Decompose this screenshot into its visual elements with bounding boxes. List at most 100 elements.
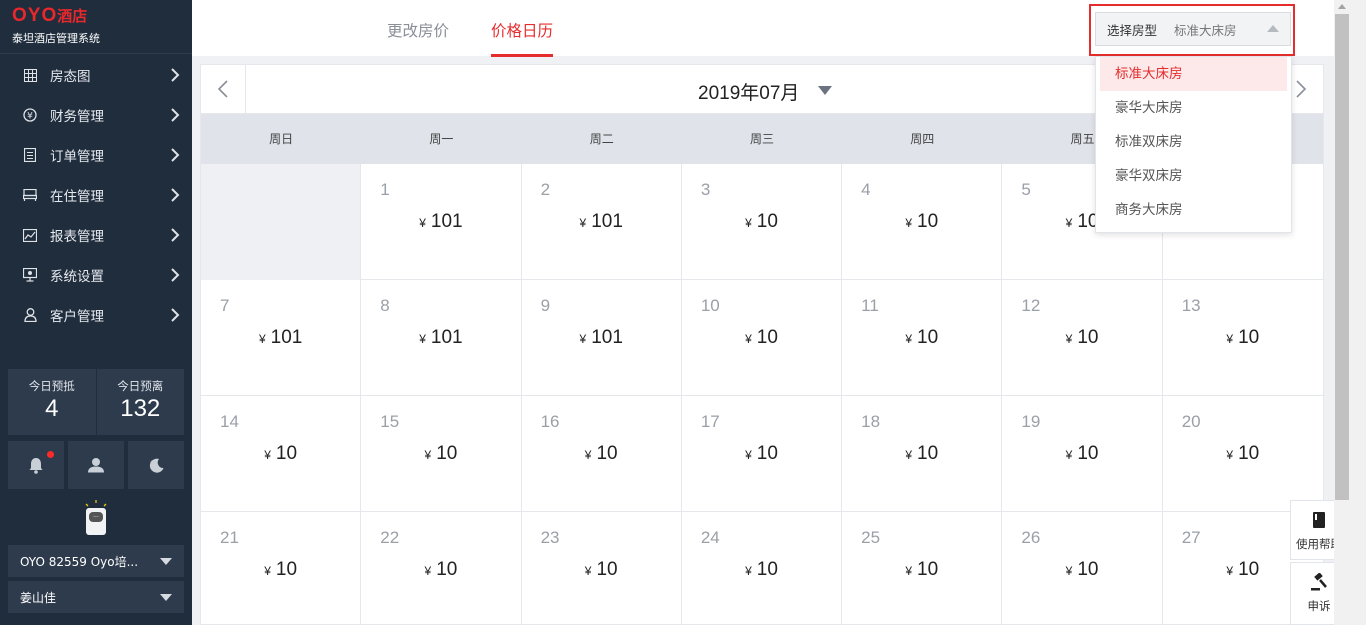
scrollbar-thumb[interactable] [1335, 14, 1349, 500]
currency-symbol: ¥ [1065, 448, 1073, 462]
calendar-day-cell[interactable]: 10 ¥10 [682, 280, 843, 396]
room-type-label: 选择房型 [1107, 22, 1158, 38]
user-select[interactable]: 姜山佳 [8, 581, 184, 613]
prev-month-button[interactable] [201, 65, 246, 113]
tab-price-calendar[interactable]: 价格日历 [491, 19, 554, 57]
tab-change-price[interactable]: 更改房价 [387, 19, 449, 41]
calendar-day-cell[interactable]: 7 ¥101 [201, 280, 362, 396]
calendar-day-cell[interactable]: 25 ¥10 [842, 512, 1003, 625]
price-value: 10 [756, 211, 778, 232]
price-value: 10 [756, 327, 778, 348]
room-type-option[interactable]: 豪华双床房 [1100, 159, 1287, 193]
calendar-day-cell[interactable]: 9 ¥101 [522, 280, 682, 396]
bed-icon [22, 187, 38, 203]
currency-symbol: ¥ [264, 448, 271, 462]
arrivals-stat[interactable]: 今日预抵 4 [8, 369, 96, 435]
room-type-option[interactable]: 标准大床房 [1100, 57, 1287, 91]
calendar-day-cell[interactable]: 19 ¥10 [1002, 396, 1163, 512]
room-type-select[interactable]: 选择房型 标准大床房 [1095, 12, 1291, 46]
brand-logo: OYO酒店 [12, 5, 88, 26]
chevron-left-icon [217, 80, 228, 98]
day-price: ¥101 [522, 327, 681, 349]
bell-icon [29, 457, 43, 474]
currency-symbol: ¥ [745, 564, 752, 578]
sidebar-item-reports[interactable]: 报表管理 [0, 215, 192, 255]
currency-symbol: ¥ [905, 564, 913, 578]
page-scrollbar[interactable] [1334, 0, 1366, 625]
calendar-day-cell[interactable]: 18 ¥10 [842, 396, 1003, 512]
currency-symbol: ¥ [745, 332, 752, 346]
calendar-day-cell[interactable]: 17 ¥10 [682, 396, 843, 512]
day-price: ¥10 [201, 559, 360, 581]
day-price: ¥10 [682, 211, 841, 233]
calendar-day-cell[interactable]: 1 ¥101 [361, 164, 522, 280]
price-value: 10 [596, 559, 618, 580]
price-value: 10 [917, 559, 939, 580]
notification-button[interactable] [8, 441, 64, 489]
calendar-day-cell[interactable]: 2 ¥101 [522, 164, 682, 280]
sidebar-item-in-house[interactable]: 在住管理 [0, 175, 192, 215]
day-number: 23 [540, 528, 560, 547]
calendar-day-cell[interactable]: 16 ¥10 [522, 396, 682, 512]
day-number: 13 [1181, 296, 1201, 315]
room-type-option[interactable]: 标准双床房 [1100, 125, 1287, 159]
sidebar-item-finance[interactable]: ¥ 财务管理 [0, 95, 192, 135]
calendar-day-cell[interactable]: 26 ¥10 [1002, 512, 1163, 625]
logo[interactable]: OYO酒店 泰坦酒店管理系统 [0, 0, 192, 54]
calendar-day-cell[interactable]: 21 ¥10 [201, 512, 362, 625]
price-value: 10 [1238, 559, 1260, 580]
month-dropdown-icon[interactable] [818, 86, 832, 95]
sidebar-item-room-status[interactable]: 房态图 [0, 55, 192, 95]
moon-icon [149, 458, 163, 473]
day-number: 3 [700, 180, 711, 199]
price-value: 10 [596, 443, 618, 464]
chevron-right-icon [171, 268, 180, 282]
sidebar-item-settings[interactable]: 系统设置 [0, 255, 192, 295]
day-number: 9 [540, 296, 551, 315]
room-type-option[interactable]: 豪华大床房 [1100, 91, 1287, 125]
departures-stat[interactable]: 今日预离 132 [95, 369, 185, 435]
hotel-select[interactable]: OYO 82559 Oyo培... [8, 545, 184, 577]
currency-symbol: ¥ [419, 332, 426, 346]
day-price: ¥10 [1002, 443, 1161, 465]
chevron-down-icon [160, 558, 172, 565]
day-price: ¥101 [361, 211, 520, 233]
day-price: ¥10 [1163, 443, 1323, 465]
price-value: 10 [1077, 559, 1099, 580]
calendar-day-cell[interactable]: 4 ¥10 [842, 164, 1003, 280]
price-value: 101 [591, 211, 623, 232]
user-switch-button[interactable] [68, 441, 124, 489]
day-number: 1 [380, 180, 390, 199]
calendar-day-cell[interactable]: 14 ¥10 [201, 396, 362, 512]
quick-actions [8, 441, 184, 489]
calendar-day-cell[interactable]: 20 ¥10 [1163, 396, 1323, 512]
room-type-value: 标准大床房 [1174, 22, 1237, 38]
device-status-icon[interactable]: ··· [80, 500, 112, 536]
currency-symbol: ¥ [424, 564, 432, 578]
calendar-day-cell[interactable]: 8 ¥101 [361, 280, 522, 396]
calendar-day-cell[interactable]: 3 ¥10 [682, 164, 843, 280]
month-label[interactable]: 2019年07月 [698, 78, 799, 105]
calendar-day-cell[interactable]: 12 ¥10 [1002, 280, 1163, 396]
day-number: 27 [1181, 528, 1201, 547]
calendar-day-cell[interactable]: 23 ¥10 [522, 512, 682, 625]
sidebar-item-orders[interactable]: 订单管理 [0, 135, 192, 175]
chevron-right-icon [171, 228, 180, 242]
chevron-right-icon [171, 68, 180, 82]
scroll-up-icon[interactable] [1338, 4, 1346, 9]
night-audit-button[interactable] [128, 441, 184, 489]
calendar-grid: 1¥1012¥1013¥104¥105¥106¥107¥1018¥1019¥10… [201, 164, 1323, 625]
room-type-option[interactable]: 商务大床房 [1100, 193, 1287, 227]
day-number: 18 [861, 412, 881, 431]
gavel-icon [1311, 572, 1327, 591]
day-price: ¥10 [682, 327, 841, 349]
calendar-day-cell[interactable]: 11 ¥10 [842, 280, 1003, 396]
calendar-day-cell[interactable]: 13 ¥10 [1163, 280, 1323, 396]
price-value: 10 [917, 443, 939, 464]
day-price: ¥10 [361, 443, 520, 465]
currency-symbol: ¥ [258, 332, 266, 346]
calendar-day-cell[interactable]: 15 ¥10 [361, 396, 522, 512]
sidebar-item-customers[interactable]: 客户管理 [0, 295, 192, 335]
calendar-day-cell[interactable]: 24 ¥10 [682, 512, 843, 625]
calendar-day-cell[interactable]: 22 ¥10 [361, 512, 522, 625]
